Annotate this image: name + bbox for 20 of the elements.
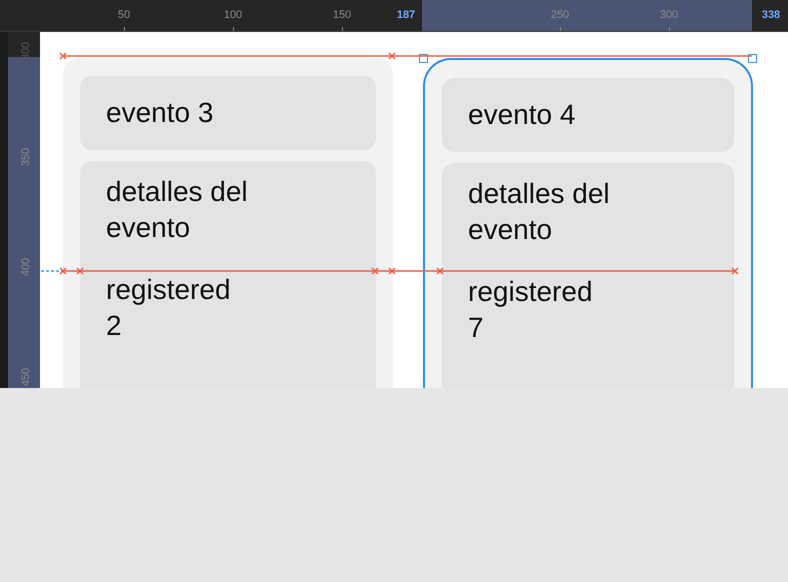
event-title: evento 4	[468, 98, 576, 132]
ruler-label: 300	[660, 8, 678, 22]
ruler-label: 50	[118, 8, 130, 22]
event-card[interactable]: evento 3 detalles del evento registered 2	[63, 58, 393, 388]
registered-count: 2	[106, 309, 123, 343]
event-details: detalles del evento	[468, 177, 611, 247]
ruler-label: 338	[762, 8, 780, 22]
ruler-label: 350	[19, 148, 34, 166]
resize-handle[interactable]	[748, 54, 757, 63]
registered-count: 7	[468, 311, 485, 345]
ruler-label: 450	[19, 368, 34, 386]
ruler-label: 100	[224, 8, 242, 22]
ruler-label: 400	[19, 258, 34, 276]
event-title: evento 3	[106, 96, 214, 130]
ruler-label: 150	[332, 8, 352, 22]
registered-label: registered	[468, 275, 594, 309]
ruler-label: 250	[550, 8, 570, 22]
event-details: detalles del evento	[106, 175, 249, 245]
registered-label: registered	[106, 273, 232, 307]
ruler-label: 187	[396, 8, 416, 22]
